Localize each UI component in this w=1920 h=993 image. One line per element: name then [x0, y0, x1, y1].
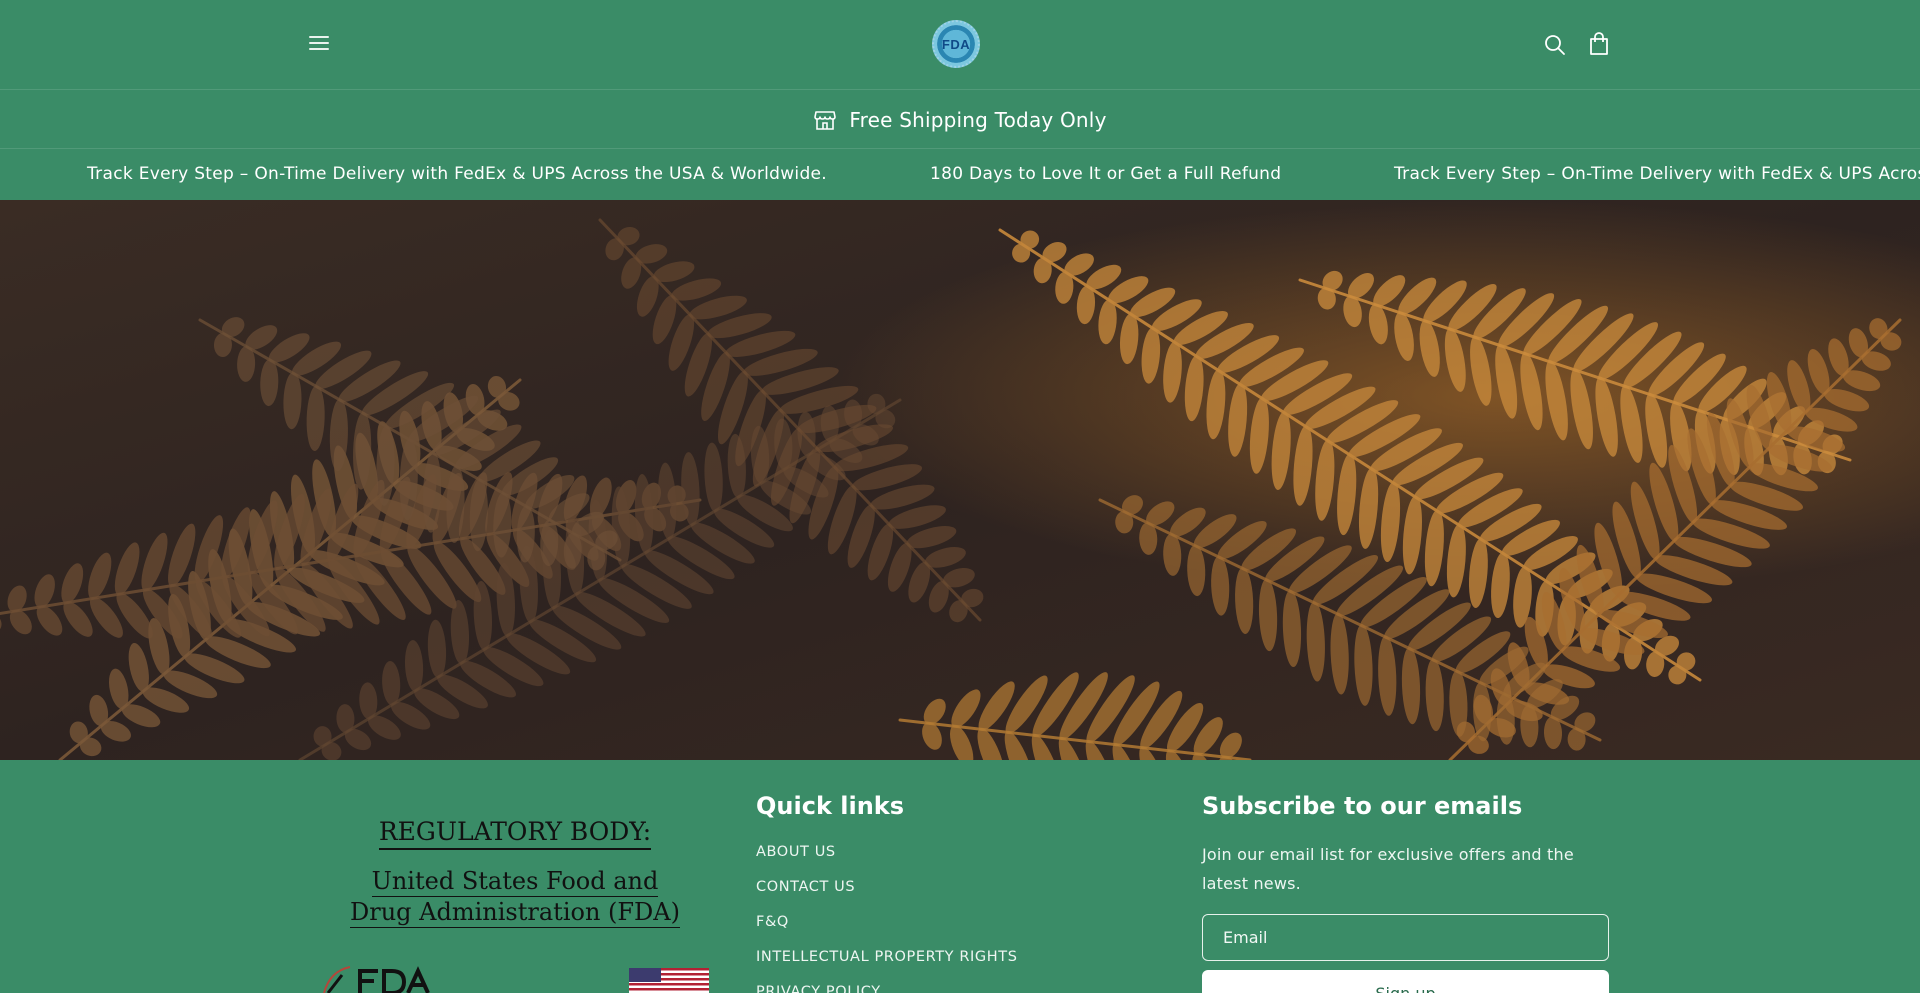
regulatory-line: Drug Administration (FDA) [350, 898, 680, 928]
footer-link-contact-us[interactable]: CONTACT US [756, 879, 1018, 914]
hero-image [0, 200, 1920, 760]
search-button[interactable] [1543, 33, 1567, 57]
footer-link-privacy-policy[interactable]: PRIVACY POLICY [756, 984, 1018, 993]
regulatory-title: REGULATORY BODY: [310, 817, 720, 850]
hamburger-icon [306, 36, 334, 50]
menu-button[interactable] [306, 32, 334, 58]
announcement-text: Free Shipping Today Only [849, 107, 1107, 132]
email-field[interactable] [1202, 914, 1609, 961]
site-footer: REGULATORY BODY: United States Food and … [0, 760, 1920, 993]
us-flag-icon [629, 968, 709, 993]
marquee-item: Track Every Step – On-Time Delivery with… [1394, 164, 1920, 184]
announcement-bar: Free Shipping Today Only [0, 91, 1920, 149]
quick-links-list: ABOUT US CONTACT US F&Q INTELLECTUAL PRO… [756, 844, 1018, 993]
logo-text: FDA [941, 36, 971, 52]
store-icon [814, 110, 837, 130]
quick-links-title: Quick links [756, 792, 905, 820]
shopping-bag-icon [1590, 32, 1608, 55]
cart-button[interactable] [1586, 31, 1612, 57]
search-icon [1545, 35, 1565, 55]
site-logo[interactable]: FDA [932, 20, 980, 68]
marquee-item: Track Every Step – On-Time Delivery with… [87, 164, 827, 184]
footer-link-about-us[interactable]: ABOUT US [756, 844, 1018, 879]
marquee-item: 180 Days to Love It or Get a Full Refund [930, 164, 1282, 184]
footer-link-ip-rights[interactable]: INTELLECTUAL PROPERTY RIGHTS [756, 949, 1018, 984]
subscribe-title: Subscribe to our emails [1202, 792, 1523, 820]
fda-logo-mark [323, 966, 430, 993]
regulatory-line: United States Food and [371, 867, 659, 897]
site-header: FDA [0, 0, 1920, 90]
signup-button[interactable]: Sign up [1202, 970, 1609, 993]
footer-link-faq[interactable]: F&Q [756, 914, 1018, 949]
marquee-bar: Track Every Step – On-Time Delivery with… [0, 150, 1920, 199]
subscribe-description: Join our email list for exclusive offers… [1202, 845, 1574, 893]
